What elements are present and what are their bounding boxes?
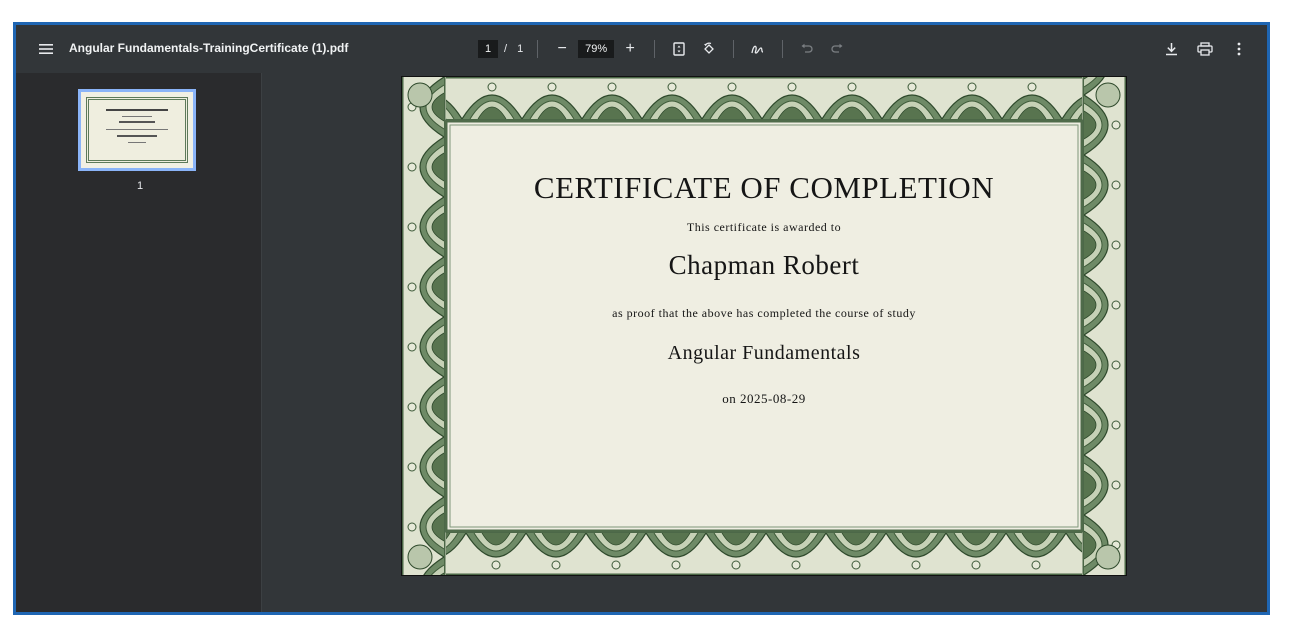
zoom-in-button[interactable]: + xyxy=(616,35,644,63)
document-actions xyxy=(1157,35,1253,63)
zoom-out-button[interactable]: − xyxy=(548,35,576,63)
download-icon[interactable] xyxy=(1157,35,1185,63)
pdf-page: CERTIFICATE OF COMPLETION This certifica… xyxy=(402,77,1126,575)
document-title: Angular Fundamentals-TrainingCertificate… xyxy=(69,41,349,55)
rotate-icon[interactable] xyxy=(695,35,723,63)
menu-icon[interactable] xyxy=(32,35,60,63)
proof-text: as proof that the above has completed th… xyxy=(612,306,916,320)
redo-icon[interactable] xyxy=(823,35,851,63)
toolbar-divider xyxy=(733,40,735,58)
thumbnail-title-line xyxy=(106,109,168,111)
certificate-title: CERTIFICATE OF COMPLETION xyxy=(533,170,995,205)
thumbnail-text-line xyxy=(122,116,152,117)
thumbnail-text-line xyxy=(117,135,157,137)
thumbnail-text-line xyxy=(106,129,168,130)
fit-to-page-icon[interactable] xyxy=(665,35,693,63)
page-separator: / xyxy=(504,43,508,55)
completion-date: on 2025-08-29 xyxy=(722,391,806,406)
print-icon[interactable] xyxy=(1191,35,1219,63)
annotate-pen-icon[interactable] xyxy=(744,35,772,63)
undo-icon[interactable] xyxy=(793,35,821,63)
document-viewport[interactable]: CERTIFICATE OF COMPLETION This certifica… xyxy=(262,73,1267,612)
thumbnail-page-number: 1 xyxy=(136,180,144,192)
total-pages: 1 xyxy=(517,43,524,55)
thumbnail-text-line xyxy=(119,121,155,123)
toolbar-divider xyxy=(782,40,784,58)
toolbar-divider xyxy=(537,40,539,58)
awarded-text: This certificate is awarded to xyxy=(686,220,842,234)
recipient-name: Chapman Robert xyxy=(668,250,860,280)
page-and-zoom-controls: / 1 − 79% + xyxy=(478,35,851,63)
thumbnail-text-line xyxy=(128,142,146,143)
pdf-toolbar: Angular Fundamentals-TrainingCertificate… xyxy=(16,25,1267,73)
current-page-input[interactable] xyxy=(478,40,498,58)
thumbnail-sidebar: 1 xyxy=(16,73,262,612)
certificate-border xyxy=(402,77,1126,575)
course-name: Angular Fundamentals xyxy=(667,342,861,364)
thumbnail-preview xyxy=(86,97,188,163)
page-thumbnail[interactable] xyxy=(78,89,196,171)
pdf-viewer-window: Angular Fundamentals-TrainingCertificate… xyxy=(13,22,1270,615)
more-vertical-icon[interactable] xyxy=(1225,35,1253,63)
toolbar-divider xyxy=(654,40,656,58)
zoom-level-input[interactable]: 79% xyxy=(578,40,615,58)
